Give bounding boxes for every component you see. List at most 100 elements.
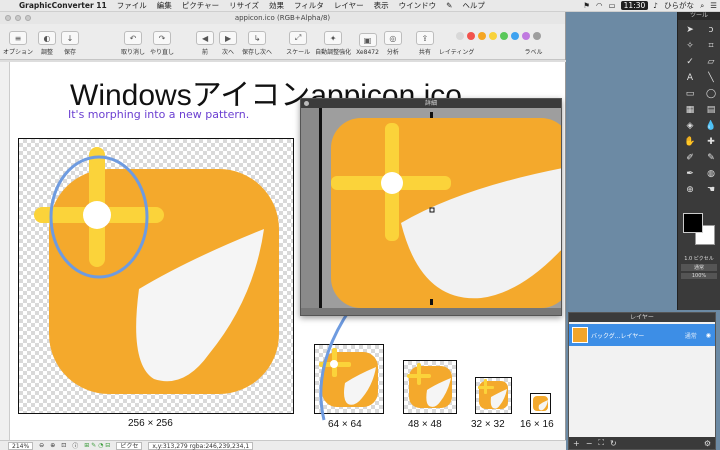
blend-mode-select[interactable]: 通常: [681, 264, 717, 271]
toolbar-label: 自動調整強化: [315, 49, 352, 56]
bandage-icon[interactable]: ✚: [702, 135, 720, 148]
add-layer-icon[interactable]: +: [573, 439, 580, 448]
status-bar: 214% ⊖ ⊕ ⊡ ⓘ ⊞ ✎ ◔ ⊟ ピクセ x,y:313,279 rgb…: [0, 440, 566, 450]
lasso-icon[interactable]: ↄ: [702, 23, 720, 36]
zoom-icon[interactable]: ⊕: [681, 183, 699, 196]
menu-picture[interactable]: ピクチャー: [177, 0, 224, 11]
toolbar-auto-enhance-button[interactable]: ✦ 自動調整強化: [315, 31, 351, 56]
minimize-button[interactable]: [15, 15, 21, 21]
eyedropper-icon[interactable]: ✓: [681, 55, 699, 68]
toolbar-save-button[interactable]: ↓ 保存: [61, 31, 80, 56]
toolbar-prev-button[interactable]: ◀ 前: [196, 31, 215, 56]
layer-row[interactable]: バックグ...レイヤー 通常 ◉: [569, 324, 715, 346]
brush-icon[interactable]: ✐: [681, 151, 699, 164]
settings-gear-icon[interactable]: ⚙: [704, 439, 711, 448]
remove-layer-icon[interactable]: −: [586, 439, 593, 448]
smudge-icon[interactable]: ✋: [681, 135, 699, 148]
brush-size-label[interactable]: 1.0 ピクセル: [678, 255, 720, 262]
toolbar-save-next-button[interactable]: ↳ 保存し次へ: [242, 31, 272, 56]
foreground-color-swatch[interactable]: [683, 213, 703, 233]
gradient-icon[interactable]: ▤: [702, 103, 720, 116]
menu-view[interactable]: 表示: [369, 0, 394, 11]
detail-window[interactable]: 詳細: [300, 98, 562, 316]
menu-file[interactable]: ファイル: [112, 0, 152, 11]
zoom-in-icon[interactable]: ⊕: [50, 442, 55, 449]
rotate-icon[interactable]: ↻: [610, 439, 617, 448]
menu-layer[interactable]: レイヤー: [329, 0, 369, 11]
fit-icon[interactable]: ⊡: [61, 442, 66, 449]
label-color-green[interactable]: [500, 32, 508, 40]
crop-icon[interactable]: ⌗: [702, 39, 720, 52]
menu-extras: ⚑ ◠ ▭ 11:30 ♪ ひらがな ⌕ ☰: [580, 0, 720, 11]
label-color-yellow[interactable]: [489, 32, 497, 40]
ellipse-icon[interactable]: ◯: [702, 87, 720, 100]
label-color-none[interactable]: [456, 32, 464, 40]
marker-icon[interactable]: ✎: [702, 151, 720, 164]
toolbar-size-button[interactable]: ▣ Xe8472: [356, 33, 379, 56]
toolbar-label: 分析: [386, 49, 399, 56]
zoom-button[interactable]: [25, 15, 31, 21]
menu-edit[interactable]: 編集: [152, 0, 177, 11]
window-title: appicon.ico (RGB+Alpha/8): [234, 14, 331, 22]
close-button[interactable]: [5, 15, 11, 21]
next-icon: ▶: [219, 31, 238, 45]
toolbar-next-button[interactable]: ▶ 次へ: [219, 31, 238, 56]
color-swatches[interactable]: [681, 209, 717, 253]
text-icon[interactable]: A: [681, 71, 699, 84]
status-extra-icon[interactable]: ⊞ ✎ ◔ ⊟: [84, 442, 110, 449]
menu-app[interactable]: GraphicConverter 11: [14, 1, 112, 10]
search-icon[interactable]: ⌕: [697, 1, 707, 11]
eye-icon[interactable]: ◉: [706, 332, 711, 339]
menu-effect[interactable]: 効果: [264, 0, 289, 11]
input-method[interactable]: ひらがな: [661, 0, 697, 11]
icon-32-label: 32 × 32: [471, 419, 505, 430]
stamp-icon[interactable]: ▦: [681, 103, 699, 116]
rect-icon[interactable]: ▭: [681, 87, 699, 100]
volume-icon[interactable]: ♪: [650, 1, 661, 10]
detail-close-button[interactable]: [304, 101, 309, 106]
battery-icon[interactable]: ▭: [606, 1, 619, 10]
toolbar-label: 保存: [64, 49, 77, 56]
hand-icon[interactable]: ☚: [702, 183, 720, 196]
clock[interactable]: 11:30: [620, 1, 649, 10]
icon-16-label: 16 × 16: [520, 419, 554, 430]
sliders-icon: ≡: [9, 31, 27, 45]
share-icon: ⇪: [415, 31, 434, 45]
window-controls: [5, 15, 31, 21]
bucket-icon[interactable]: ◈: [681, 119, 699, 132]
pen-icon[interactable]: ✒: [681, 167, 699, 180]
select-arrow-icon[interactable]: ➤: [681, 23, 699, 36]
control-center-icon[interactable]: ☰: [707, 1, 720, 10]
label-color-gray[interactable]: [533, 32, 541, 40]
zoom-level[interactable]: 214%: [8, 441, 34, 450]
opacity-select[interactable]: 100%: [681, 273, 717, 279]
size-icon: ▣: [358, 33, 377, 47]
zoom-out-icon[interactable]: ⊖: [39, 442, 44, 449]
sponge-icon[interactable]: ◍: [702, 167, 720, 180]
line-icon[interactable]: ╲: [702, 71, 720, 84]
toolbar-options-button[interactable]: ≡ オプション: [3, 31, 33, 56]
toolbar-undo-button[interactable]: ↶ 取り消し: [121, 31, 145, 56]
label-color-orange[interactable]: [478, 32, 486, 40]
toolbar-adjust-button[interactable]: ◐ 調整: [38, 31, 57, 56]
menu-filter[interactable]: フィルタ: [289, 0, 329, 11]
pixel-info-label[interactable]: ピクセ: [116, 441, 143, 450]
drop-icon[interactable]: 💧: [702, 119, 720, 132]
info-icon[interactable]: ⓘ: [72, 441, 78, 450]
magic-wand-icon[interactable]: ✧: [681, 39, 699, 52]
menu-resize[interactable]: リサイズ: [224, 0, 264, 11]
menu-help[interactable]: ヘルプ: [457, 0, 490, 11]
label-color-blue[interactable]: [511, 32, 519, 40]
wifi-icon[interactable]: ◠: [593, 1, 606, 10]
toolbar-redo-button[interactable]: ↷ やり直し: [150, 31, 174, 56]
menu-window[interactable]: ウインドウ: [394, 0, 442, 11]
toolbar-share-button[interactable]: ⇪ 共有: [415, 31, 434, 56]
eraser-icon[interactable]: ▱: [702, 55, 720, 68]
menu-script-icon[interactable]: ✎: [441, 1, 457, 10]
toolbar-scale-button[interactable]: ⤢ スケール: [286, 31, 310, 56]
fit-layer-icon[interactable]: ⛶: [598, 438, 604, 448]
toolbar-analyze-button[interactable]: ◎ 分析: [383, 31, 402, 56]
flag-icon[interactable]: ⚑: [580, 1, 593, 10]
label-color-red[interactable]: [467, 32, 475, 40]
label-color-purple[interactable]: [522, 32, 530, 40]
